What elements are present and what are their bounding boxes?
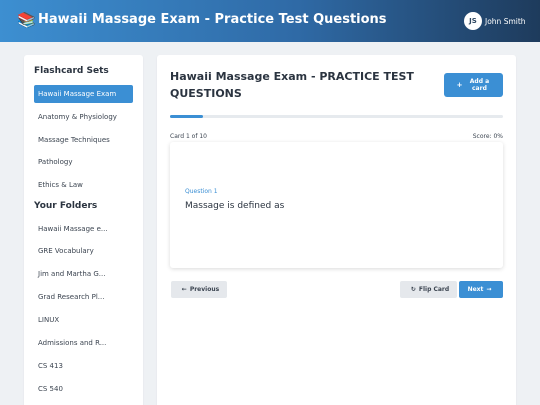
flashcard-sets-heading: Flashcard Sets [34, 66, 109, 76]
flashcard[interactable]: Question 1 Massage is defined as [170, 142, 503, 268]
app-title: Hawaii Massage Exam - Practice Test Ques… [38, 12, 387, 27]
previous-button[interactable]: ← Previous [171, 281, 227, 298]
main-panel: Hawaii Massage Exam - PRACTICE TEST QUES… [157, 55, 516, 405]
avatar[interactable]: JS [464, 12, 482, 30]
user-name[interactable]: John Smith [485, 17, 526, 26]
sidebar: Flashcard Sets Hawaii Massage Exam Anato… [24, 55, 143, 405]
folder-item-admissions[interactable]: Admissions and R... [34, 334, 133, 352]
folder-item-cs-540[interactable]: CS 540 [34, 380, 133, 398]
question-label: Question 1 [185, 188, 218, 195]
books-logo-icon: 📚 [17, 11, 36, 29]
arrow-right-icon: → [486, 286, 492, 293]
card-counter: Card 1 of 10 [170, 133, 207, 140]
progress-fill [170, 115, 204, 118]
arrow-left-icon: ← [181, 286, 187, 293]
flip-card-label: Flip Card [418, 286, 450, 293]
score-text: Score: 0% [472, 133, 503, 140]
next-button[interactable]: Next → [459, 281, 503, 298]
sidebar-item-anatomy-physiology[interactable]: Anatomy & Physiology [34, 108, 133, 126]
add-card-button[interactable]: + Add a card [444, 73, 503, 97]
question-text: Massage is defined as [185, 201, 285, 211]
app-header: 📚 Hawaii Massage Exam - Practice Test Qu… [0, 0, 540, 42]
sidebar-item-hawaii-massage-exam[interactable]: Hawaii Massage Exam [34, 85, 133, 103]
refresh-icon: ↻ [410, 286, 416, 293]
sidebar-item-ethics-law[interactable]: Ethics & Law [34, 176, 133, 194]
folder-item-hawaii-massage[interactable]: Hawaii Massage e... [34, 220, 133, 238]
sidebar-item-pathology[interactable]: Pathology [34, 153, 133, 171]
previous-label: Previous [189, 286, 220, 293]
user-menu[interactable]: JS John Smith [464, 11, 526, 31]
add-card-label: Add a card [469, 78, 490, 92]
folder-item-gre-vocabulary[interactable]: GRE Vocabulary [34, 242, 133, 260]
your-folders-heading: Your Folders [34, 201, 98, 211]
next-label: Next [467, 286, 484, 293]
plus-icon: + [456, 80, 463, 89]
folder-item-linux[interactable]: LINUX [34, 311, 133, 329]
page-title: Hawaii Massage Exam - PRACTICE TEST QUES… [170, 70, 414, 100]
folder-item-cs-413[interactable]: CS 413 [34, 357, 133, 375]
progress-bar [170, 115, 503, 118]
flip-card-button[interactable]: ↻ Flip Card [400, 281, 457, 298]
sidebar-item-massage-techniques[interactable]: Massage Techniques [34, 131, 133, 149]
folder-item-jim-and-martha[interactable]: Jim and Martha G... [34, 265, 133, 283]
folder-item-grad-research[interactable]: Grad Research Pl... [34, 288, 133, 306]
